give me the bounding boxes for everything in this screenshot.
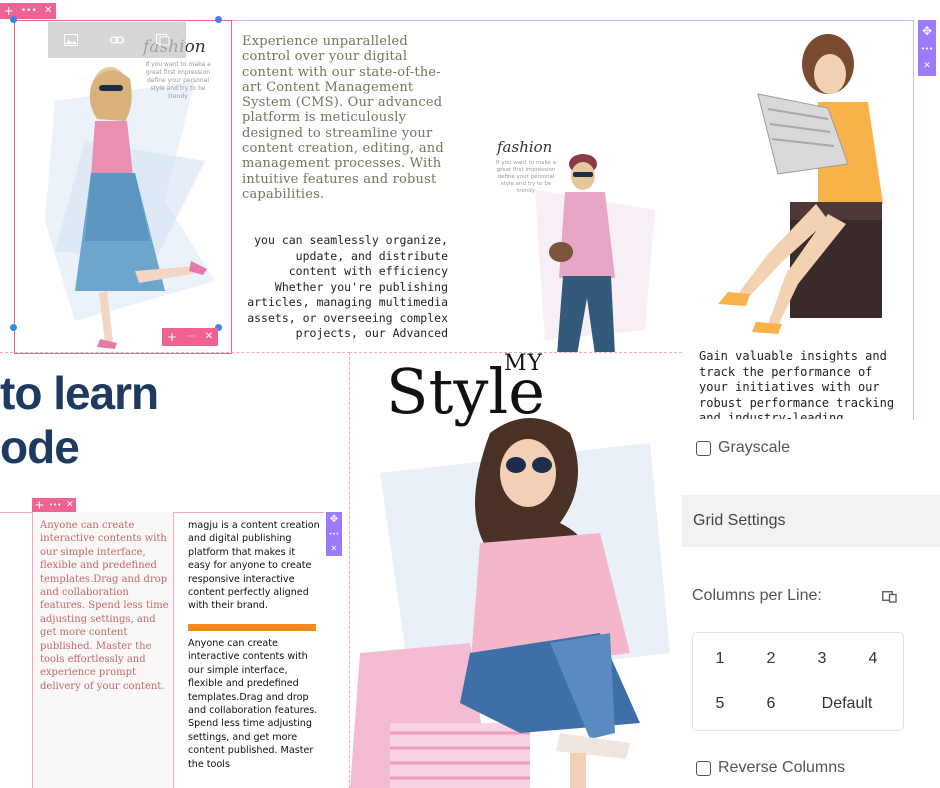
- card-bottom-toolbar: + ··· ✕: [162, 328, 218, 346]
- close-icon[interactable]: ✕: [205, 332, 213, 342]
- fashion-brand-2: fashion: [497, 138, 553, 156]
- columns-option-1[interactable]: 1: [700, 650, 740, 668]
- grayscale-checkbox[interactable]: [696, 440, 711, 456]
- more-icon[interactable]: •••: [921, 45, 933, 53]
- fashion-card-2[interactable]: fashion If you want to make a great firs…: [475, 130, 675, 355]
- intro-text: Experience unparalleled control over you…: [242, 34, 444, 202]
- close-icon[interactable]: ✕: [923, 62, 931, 71]
- grid-settings-header[interactable]: Grid Settings: [682, 495, 940, 547]
- resize-handle[interactable]: [10, 16, 17, 23]
- left-block-toolbar: + ••• ✕: [32, 498, 76, 512]
- insights-text: Gain valuable insights and track the per…: [699, 349, 895, 419]
- fashion-tagline: If you want to make a great first impres…: [145, 61, 211, 100]
- mystyle-title: Style: [386, 355, 545, 428]
- fashion-figure-1: [75, 67, 207, 349]
- close-icon[interactable]: ✕: [44, 6, 52, 16]
- devices-icon[interactable]: [882, 591, 897, 603]
- columns-option-4[interactable]: 4: [853, 650, 893, 668]
- newspaper-reader-image: [698, 24, 894, 336]
- columns-option-2[interactable]: 2: [751, 650, 791, 668]
- fashion-tagline-2: If you want to make a great first impres…: [496, 160, 556, 194]
- link-icon[interactable]: [110, 35, 124, 45]
- reverse-columns-checkbox[interactable]: [696, 760, 711, 776]
- image-tools-bar: [48, 22, 186, 58]
- top-left-toolbar: + ••• ✕: [0, 3, 56, 19]
- cms-body-text: you can seamlessly organize, update, and…: [247, 233, 448, 340]
- reverse-columns-row[interactable]: Reverse Columns: [696, 759, 845, 777]
- row-toolbar-right: ✥ ••• ✕: [918, 20, 936, 76]
- mid-block-intro: magju is a content creation and digital …: [188, 520, 320, 612]
- more-icon[interactable]: •••: [49, 501, 61, 509]
- mystyle-figure: [460, 418, 640, 788]
- mid-block-body: Anyone can create interactive contents w…: [188, 638, 318, 770]
- settings-panel: Grayscale Grid Settings Columns per Line…: [682, 420, 940, 788]
- more-icon[interactable]: •••: [21, 6, 37, 16]
- move-icon[interactable]: ✥: [922, 25, 932, 37]
- resize-handle[interactable]: [215, 16, 222, 23]
- columns-option-6[interactable]: 6: [751, 695, 791, 713]
- mid-block-divider-bar: [188, 624, 316, 631]
- columns-per-line-label: Columns per Line:: [692, 587, 822, 604]
- grayscale-row[interactable]: Grayscale: [696, 439, 790, 457]
- mystyle-card[interactable]: MY Style: [349, 352, 682, 788]
- grayscale-label: Grayscale: [718, 439, 791, 456]
- fashion-card-selected[interactable]: fashion If you want to make a great firs…: [14, 20, 232, 354]
- columns-option-default[interactable]: Default: [812, 695, 882, 713]
- copy-icon[interactable]: [156, 34, 170, 46]
- headline-line-2: ode: [0, 421, 80, 473]
- resize-handle[interactable]: [10, 324, 17, 331]
- close-icon[interactable]: ✕: [66, 500, 74, 510]
- mid-block-toolbar: ✥ ••• ✕: [326, 512, 342, 556]
- add-icon[interactable]: +: [34, 499, 44, 511]
- more-icon[interactable]: ···: [187, 332, 196, 342]
- close-icon[interactable]: ✕: [331, 544, 338, 553]
- columns-option-3[interactable]: 3: [802, 650, 842, 668]
- left-block-text: Anyone can create interactive contents w…: [40, 520, 169, 692]
- add-icon[interactable]: +: [167, 331, 177, 343]
- headline-line-1: to learn: [0, 367, 159, 419]
- move-icon[interactable]: ✥: [330, 515, 338, 525]
- more-icon[interactable]: •••: [329, 531, 340, 538]
- grid-settings-title: Grid Settings: [693, 512, 786, 529]
- reverse-columns-label: Reverse Columns: [718, 759, 846, 776]
- columns-option-5[interactable]: 5: [700, 695, 740, 713]
- columns-selector: [692, 632, 904, 731]
- image-icon[interactable]: [64, 34, 78, 46]
